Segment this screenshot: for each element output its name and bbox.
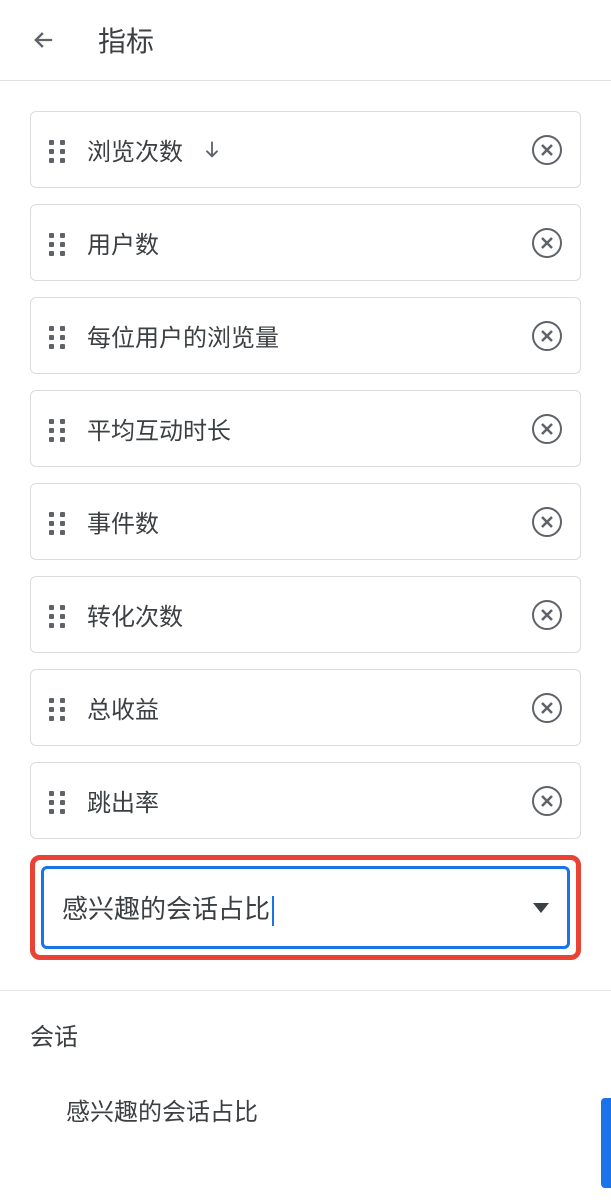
drag-handle-icon[interactable]: [49, 233, 67, 253]
drag-handle-icon[interactable]: [49, 326, 67, 346]
remove-icon[interactable]: [532, 693, 562, 723]
metric-row[interactable]: 每位用户的浏览量: [30, 297, 581, 374]
metric-row[interactable]: 跳出率: [30, 762, 581, 839]
metric-label: 平均互动时长: [87, 411, 512, 446]
metric-label: 总收益: [87, 690, 512, 725]
page-title: 指标: [98, 20, 154, 60]
metric-row[interactable]: 浏览次数: [30, 111, 581, 188]
metric-row[interactable]: 转化次数: [30, 576, 581, 653]
remove-icon[interactable]: [532, 414, 562, 444]
header: 指标: [0, 0, 611, 81]
metric-row[interactable]: 事件数: [30, 483, 581, 560]
sort-down-icon[interactable]: [201, 138, 223, 160]
metric-label: 事件数: [87, 504, 512, 539]
back-arrow-icon[interactable]: [30, 26, 58, 54]
metric-label: 浏览次数: [87, 132, 512, 167]
dropdown-category: 会话: [30, 1001, 581, 1068]
metric-label: 每位用户的浏览量: [87, 318, 512, 353]
dropdown-panel: 会话 感兴趣的会话占比: [0, 990, 611, 1151]
chevron-down-icon[interactable]: [533, 903, 549, 913]
drag-handle-icon[interactable]: [49, 419, 67, 439]
metric-label: 用户数: [87, 225, 512, 260]
metric-label: 转化次数: [87, 597, 512, 632]
remove-icon[interactable]: [532, 786, 562, 816]
drag-handle-icon[interactable]: [49, 698, 67, 718]
remove-icon[interactable]: [532, 228, 562, 258]
search-value: 感兴趣的会话占比: [62, 889, 533, 926]
remove-icon[interactable]: [532, 600, 562, 630]
remove-icon[interactable]: [532, 507, 562, 537]
dropdown-option[interactable]: 感兴趣的会话占比: [30, 1068, 581, 1151]
drag-handle-icon[interactable]: [49, 791, 67, 811]
drag-handle-icon[interactable]: [49, 140, 67, 160]
metrics-list: 浏览次数 用户数 每位用户的浏览量 平均互动时长: [0, 81, 611, 960]
metric-row[interactable]: 平均互动时长: [30, 390, 581, 467]
metric-row[interactable]: 总收益: [30, 669, 581, 746]
metric-search-input[interactable]: 感兴趣的会话占比: [41, 866, 570, 949]
remove-icon[interactable]: [532, 321, 562, 351]
accent-bar: [601, 1098, 611, 1188]
metric-label: 跳出率: [87, 783, 512, 818]
drag-handle-icon[interactable]: [49, 605, 67, 625]
drag-handle-icon[interactable]: [49, 512, 67, 532]
search-highlight-box: 感兴趣的会话占比: [30, 855, 581, 960]
remove-icon[interactable]: [532, 135, 562, 165]
metric-row[interactable]: 用户数: [30, 204, 581, 281]
